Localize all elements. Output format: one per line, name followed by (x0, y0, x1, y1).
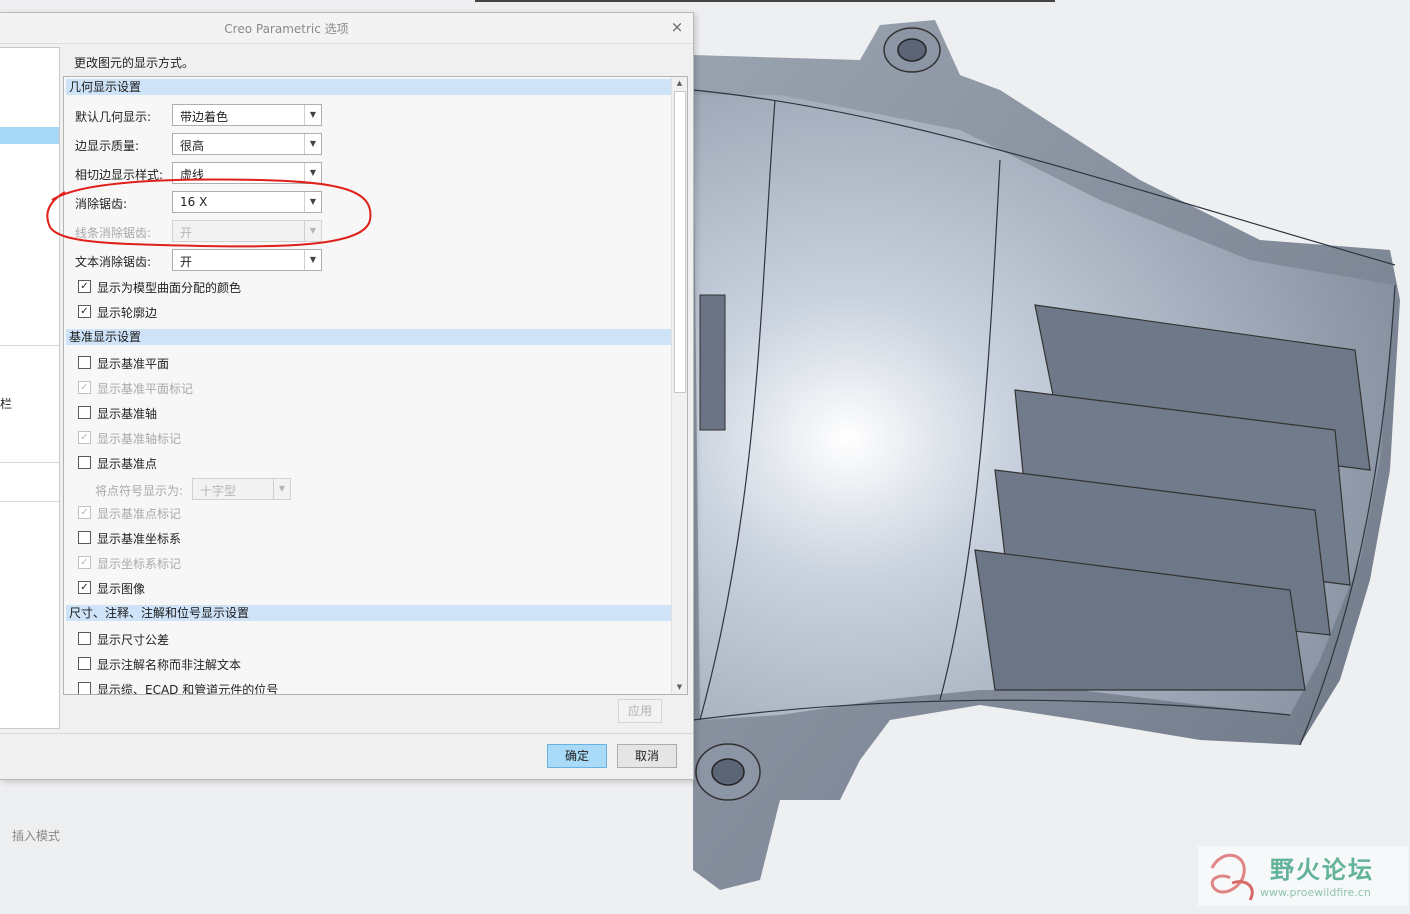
ok-button[interactable]: 确定 (547, 744, 607, 768)
checkbox-label: 显示为模型曲面分配的颜色 (97, 281, 242, 295)
watermark-title: 野火论坛 (1270, 856, 1374, 884)
checkbox[interactable] (78, 356, 91, 369)
edge-quality-select[interactable]: 很高 ▼ (172, 133, 322, 155)
checkbox: ✓ (78, 431, 91, 444)
antialiasing-value: 16 X (180, 195, 208, 209)
section-annotation-display: 尺寸、注释、注解和位号显示设置 (66, 605, 671, 621)
checkbox-label: 显示基准轴标记 (97, 432, 182, 446)
checkbox-label: 显示坐标系标记 (97, 557, 182, 571)
line-antialiasing-select: 开 ▼ (172, 220, 322, 242)
section-datum-display: 基准显示设置 (66, 329, 671, 345)
vertical-scrollbar[interactable]: ▲ ▼ (671, 77, 687, 694)
dialog-divider (0, 733, 693, 734)
checkbox-label: 显示注解名称而非注解文本 (97, 658, 242, 672)
checkbox-label: 显示缆、ECAD 和管道元件的位号 (97, 683, 279, 695)
antialiasing-label: 消除锯齿: (75, 197, 128, 211)
forum-watermark: 野火论坛 www.proewildfire.cn (1198, 846, 1408, 906)
edge-quality-label: 边显示质量: (75, 139, 140, 153)
scroll-down-icon[interactable]: ▼ (672, 681, 687, 694)
checkbox-label: 显示基准坐标系 (97, 532, 182, 546)
default-geometry-label: 默认几何显示: (75, 110, 152, 124)
text-antialiasing-label: 文本消除锯齿: (75, 255, 152, 269)
checkbox-label: 显示尺寸公差 (97, 633, 170, 647)
checkbox[interactable] (78, 657, 91, 670)
chevron-down-icon: ▼ (304, 221, 321, 241)
checkbox[interactable] (78, 456, 91, 469)
scroll-thumb[interactable] (674, 91, 686, 393)
tangent-edge-select[interactable]: 虚线 ▼ (172, 162, 322, 184)
point-symbol-label: 将点符号显示为: (95, 484, 184, 498)
default-geometry-select[interactable]: 带边着色 ▼ (172, 104, 322, 126)
checkbox-label: 显示基准平面标记 (97, 382, 194, 396)
checkbox[interactable]: ✓ (78, 305, 91, 318)
edge-quality-value: 很高 (180, 139, 205, 153)
checkbox[interactable] (78, 682, 91, 694)
dialog-titlebar[interactable]: Creo Parametric 选项 × (0, 13, 693, 44)
text-antialiasing-value: 开 (180, 255, 193, 269)
chevron-down-icon[interactable]: ▼ (304, 105, 321, 125)
checkbox-label: 显示基准点 (97, 457, 158, 471)
chevron-down-icon[interactable]: ▼ (304, 250, 321, 270)
checkbox-label: 显示基准点标记 (97, 507, 182, 521)
options-dialog: Creo Parametric 选项 × 栏 更改图元的显示方式。 几何显示设置… (0, 12, 694, 780)
tangent-edge-value: 虚线 (180, 168, 205, 182)
point-symbol-select: 十字型 ▼ (192, 478, 291, 500)
tangent-edge-label: 相切边显示样式: (75, 168, 164, 182)
dialog-title: Creo Parametric 选项 (224, 22, 349, 36)
text-antialiasing-select[interactable]: 开 ▼ (172, 249, 322, 271)
chevron-down-icon[interactable]: ▼ (304, 163, 321, 183)
watermark-url: www.proewildfire.cn (1260, 886, 1371, 899)
checkbox: ✓ (78, 556, 91, 569)
point-symbol-value: 十字型 (200, 484, 237, 498)
watermark-logo-icon (1210, 853, 1254, 901)
checkbox-label: 显示图像 (97, 582, 146, 596)
chevron-down-icon[interactable]: ▼ (304, 192, 321, 212)
checkbox: ✓ (78, 506, 91, 519)
close-icon[interactable]: × (669, 18, 685, 36)
cancel-button[interactable]: 取消 (617, 744, 677, 768)
page-description: 更改图元的显示方式。 (74, 56, 195, 70)
checkbox[interactable] (78, 406, 91, 419)
checkbox[interactable] (78, 531, 91, 544)
line-antialiasing-label: 线条消除锯齿: (75, 226, 152, 240)
checkbox-label: 显示基准轴 (97, 407, 158, 421)
checkbox[interactable]: ✓ (78, 581, 91, 594)
category-list[interactable]: 栏 (0, 47, 60, 729)
category-item-fragment[interactable]: 栏 (0, 395, 12, 412)
checkbox: ✓ (78, 381, 91, 394)
status-mode-text: 插入模式 (12, 829, 61, 843)
settings-scroll-area[interactable]: 几何显示设置 默认几何显示: 带边着色 ▼ 边显示质量: 很高 ▼ 相切边显示样… (63, 76, 688, 695)
apply-button[interactable]: 应用 (618, 699, 662, 723)
checkbox[interactable]: ✓ (78, 280, 91, 293)
checkbox-label: 显示轮廓边 (97, 306, 158, 320)
section-geometry-display: 几何显示设置 (66, 79, 671, 95)
line-antialiasing-value: 开 (180, 226, 193, 240)
category-divider (0, 462, 59, 463)
checkbox-label: 显示基准平面 (97, 357, 170, 371)
chevron-down-icon[interactable]: ▼ (304, 134, 321, 154)
category-divider (0, 345, 59, 346)
scroll-up-icon[interactable]: ▲ (672, 77, 687, 90)
checkbox[interactable] (78, 632, 91, 645)
category-divider (0, 501, 59, 502)
default-geometry-value: 带边着色 (180, 110, 229, 124)
antialiasing-select[interactable]: 16 X ▼ (172, 191, 322, 213)
chevron-down-icon: ▼ (273, 479, 290, 499)
category-item-selected[interactable] (0, 127, 59, 144)
